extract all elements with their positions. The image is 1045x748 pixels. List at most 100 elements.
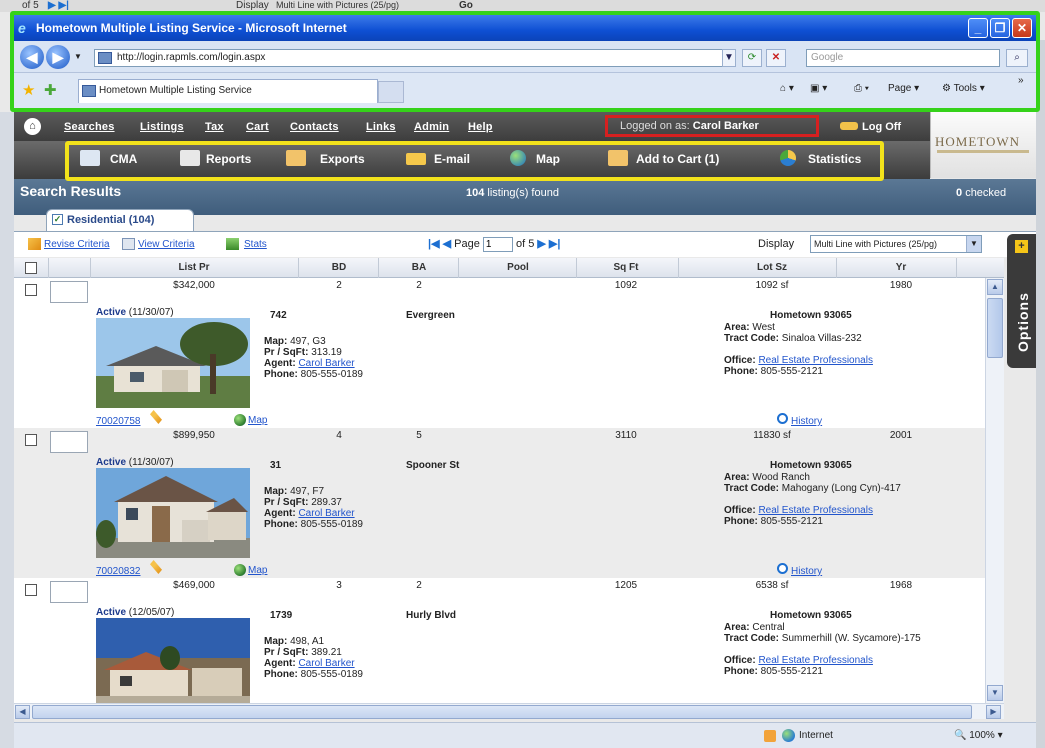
- residential-checkbox[interactable]: ✓: [52, 214, 63, 225]
- history-link[interactable]: History: [791, 416, 822, 427]
- listing-photo[interactable]: [96, 618, 250, 703]
- url-input[interactable]: http://login.rapmls.com/login.aspx: [94, 49, 734, 67]
- scroll-thumb[interactable]: [987, 298, 1003, 358]
- back-button[interactable]: ◀: [20, 45, 44, 69]
- history-clock-icon[interactable]: [777, 563, 788, 574]
- agent-link[interactable]: Carol Barker: [298, 658, 354, 669]
- feeds-icon[interactable]: ▣ ▾: [810, 83, 827, 94]
- listing-checkbox[interactable]: [25, 284, 37, 296]
- page-menu[interactable]: Page ▾: [888, 83, 919, 94]
- home-icon[interactable]: ⌂: [24, 118, 41, 135]
- view-criteria-link[interactable]: View Criteria: [138, 239, 195, 250]
- square-feet: 3110: [615, 430, 637, 441]
- map-link[interactable]: Map: [248, 565, 267, 576]
- mls-number-link[interactable]: 70020758: [96, 416, 141, 427]
- found-suffix: listing(s) found: [487, 187, 559, 199]
- menu-links[interactable]: Links: [366, 121, 396, 133]
- page-input[interactable]: [482, 237, 513, 252]
- tab-residential[interactable]: ✓ Residential (104): [46, 209, 194, 231]
- area-label: Area:: [724, 472, 750, 483]
- exports-button[interactable]: Exports: [320, 152, 365, 166]
- statistics-button[interactable]: Statistics: [808, 152, 861, 166]
- window-titlebar[interactable]: e Hometown Multiple Listing Service - Mi…: [14, 15, 1036, 41]
- listing-photo[interactable]: [96, 468, 250, 558]
- agent-link[interactable]: Carol Barker: [298, 358, 354, 369]
- listing-status: Active (12/05/07): [96, 607, 174, 618]
- options-panel-tab[interactable]: + Options: [1007, 234, 1036, 368]
- col-ba[interactable]: BA: [394, 262, 444, 273]
- log-off-link[interactable]: Log Off: [862, 121, 901, 133]
- favorites-star-icon[interactable]: ★: [22, 81, 35, 99]
- col-list-price[interactable]: List Pr: [164, 262, 224, 273]
- office-link[interactable]: Real Estate Professionals: [758, 505, 873, 516]
- col-bd[interactable]: BD: [314, 262, 364, 273]
- stop-icon[interactable]: ✕: [766, 49, 786, 67]
- listing-status: Active (11/30/07): [96, 307, 174, 318]
- menu-tax[interactable]: Tax: [205, 121, 224, 133]
- close-icon[interactable]: ✕: [1012, 18, 1032, 38]
- history-clock-icon[interactable]: [777, 413, 788, 424]
- menu-help[interactable]: Help: [468, 121, 493, 133]
- menu-listings[interactable]: Listings: [140, 121, 184, 133]
- edit-pencil-icon[interactable]: [150, 410, 162, 424]
- plus-icon[interactable]: +: [1015, 240, 1028, 253]
- globe-map-icon[interactable]: [234, 414, 246, 426]
- search-icon[interactable]: ⌕: [1006, 49, 1028, 67]
- menu-cart[interactable]: Cart: [246, 121, 269, 133]
- scroll-left-icon[interactable]: ◀: [15, 705, 30, 719]
- globe-map-icon[interactable]: [234, 564, 246, 576]
- hscroll-thumb[interactable]: [32, 705, 972, 719]
- first-page-icon[interactable]: |◀: [428, 238, 440, 250]
- prev-page-icon[interactable]: ◀: [443, 238, 451, 250]
- search-input[interactable]: Google: [806, 49, 1000, 67]
- revise-criteria-link[interactable]: Revise Criteria: [44, 239, 110, 250]
- forward-button[interactable]: ▶: [46, 45, 70, 69]
- scroll-down-icon[interactable]: ▼: [987, 685, 1003, 701]
- add-to-cart-button[interactable]: Add to Cart (1): [636, 152, 719, 166]
- listing-photo[interactable]: [96, 318, 250, 408]
- email-button[interactable]: E-mail: [434, 152, 470, 166]
- select-all-checkbox[interactable]: [25, 262, 37, 274]
- new-tab-button[interactable]: [378, 81, 404, 103]
- next-page-icon[interactable]: ▶: [537, 238, 545, 250]
- url-dropdown-icon[interactable]: ▼: [722, 49, 736, 67]
- map-link[interactable]: Map: [248, 415, 267, 426]
- reports-button[interactable]: Reports: [206, 152, 251, 166]
- home-icon[interactable]: ⌂ ▾: [780, 83, 794, 94]
- minimize-icon[interactable]: _: [968, 18, 988, 38]
- horizontal-scrollbar[interactable]: ◀ ▶: [14, 703, 1004, 719]
- agent-link[interactable]: Carol Barker: [298, 508, 354, 519]
- menu-admin[interactable]: Admin: [414, 121, 449, 133]
- office-link[interactable]: Real Estate Professionals: [758, 355, 873, 366]
- col-lot-size[interactable]: Lot Sz: [742, 262, 802, 273]
- menu-searches[interactable]: Searches: [64, 121, 115, 133]
- history-dropdown-icon[interactable]: ▼: [74, 52, 82, 61]
- scroll-up-icon[interactable]: ▲: [987, 279, 1003, 295]
- col-year[interactable]: Yr: [876, 262, 926, 273]
- vertical-scrollbar[interactable]: ▲ ▼: [985, 278, 1004, 703]
- last-page-icon[interactable]: ▶|: [549, 238, 561, 250]
- office-link[interactable]: Real Estate Professionals: [758, 655, 873, 666]
- mls-number-link[interactable]: 70020832: [96, 566, 141, 577]
- menu-contacts[interactable]: Contacts: [290, 121, 339, 133]
- restore-icon[interactable]: ❐: [990, 18, 1010, 38]
- add-favorites-icon[interactable]: ✚: [44, 81, 57, 99]
- edit-pencil-icon[interactable]: [150, 560, 162, 574]
- listing-checkbox[interactable]: [25, 434, 37, 446]
- chevron-more-icon[interactable]: »: [1018, 75, 1024, 86]
- of-pages: of 5: [515, 238, 535, 250]
- refresh-icon[interactable]: ⟳: [742, 49, 762, 67]
- map-button[interactable]: Map: [536, 152, 560, 166]
- display-select[interactable]: Multi Line with Pictures (25/pg) ▼: [810, 235, 982, 253]
- stats-link[interactable]: Stats: [244, 239, 267, 250]
- browser-tab[interactable]: Hometown Multiple Listing Service: [78, 79, 378, 103]
- zoom-level[interactable]: 🔍 100% ▾: [954, 730, 1003, 741]
- col-sqft[interactable]: Sq Ft: [596, 262, 656, 273]
- col-pool[interactable]: Pool: [488, 262, 548, 273]
- listing-checkbox[interactable]: [25, 584, 37, 596]
- history-link[interactable]: History: [791, 566, 822, 577]
- tools-menu[interactable]: ⚙ Tools ▾: [942, 83, 985, 94]
- scroll-right-icon[interactable]: ▶: [986, 705, 1001, 719]
- print-icon[interactable]: ⎙ ▾: [854, 83, 869, 94]
- cma-button[interactable]: CMA: [110, 152, 137, 166]
